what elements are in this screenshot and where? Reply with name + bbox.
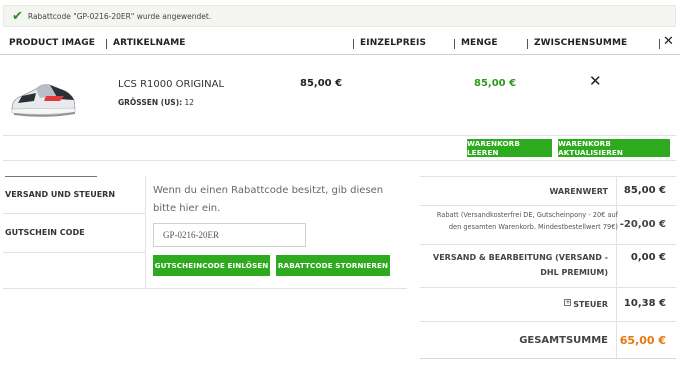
column-divider xyxy=(454,39,455,49)
tab-divider xyxy=(145,176,146,288)
col-unit-price: EINZELPREIS xyxy=(360,38,427,48)
product-subtotal: 85,00 € xyxy=(474,78,517,89)
discount-value: -20,00 € xyxy=(619,219,666,230)
sneaker-image[interactable] xyxy=(6,69,80,121)
clear-cart-button[interactable]: WARENKORB LEEREN xyxy=(467,139,552,157)
notice-message: Rabattcode "GP-0216-20ER" wurde angewend… xyxy=(27,11,212,21)
goods-value: 85,00 € xyxy=(623,185,666,196)
shipping-value: 0,00 € xyxy=(630,252,666,263)
remove-all-icon[interactable]: ✕ xyxy=(663,35,674,48)
divider xyxy=(3,135,676,136)
col-quantity: MENGE xyxy=(461,38,498,48)
grand-total-value: 65,00 € xyxy=(619,334,666,347)
column-divider xyxy=(353,39,354,49)
totals-row-grand: GESAMTSUMME 65,00 € xyxy=(420,322,676,359)
divider xyxy=(3,252,145,253)
column-divider xyxy=(106,39,107,49)
totals-row-shipping: VERSAND & BEARBEITUNG (VERSAND - DHL PRE… xyxy=(420,245,676,288)
divider xyxy=(3,160,676,161)
tab-shipping-taxes[interactable]: VERSAND UND STEUERN xyxy=(5,190,115,199)
cancel-coupon-button[interactable]: RABATTCODE STORNIEREN xyxy=(276,255,390,276)
tax-label: STEUER xyxy=(573,300,608,309)
product-size: GRÖSSEN (US): 12 xyxy=(118,98,194,107)
col-subtotal: ZWISCHENSUMME xyxy=(534,38,628,48)
cart-table-header: PRODUCT IMAGE ARTIKELNAME EINZELPREIS ME… xyxy=(0,35,680,55)
column-divider xyxy=(616,322,617,358)
remove-item-icon[interactable]: ✕ xyxy=(589,74,602,89)
checkmark-icon: ✔ xyxy=(12,8,23,24)
product-unit-price: 85,00 € xyxy=(300,78,343,89)
size-value: 12 xyxy=(184,98,195,107)
divider xyxy=(3,288,407,289)
shipping-label: VERSAND & BEARBEITUNG (VERSAND - DHL PRE… xyxy=(433,253,608,277)
success-notice: ✔ Rabattcode "GP-0216-20ER" wurde angewe… xyxy=(3,5,676,27)
update-cart-button[interactable]: WARENKORB AKTUALISIEREN xyxy=(558,139,670,157)
column-divider xyxy=(616,245,617,287)
active-tab-indicator xyxy=(5,176,97,177)
totals-row-discount: Rabatt (Versandkosterfrei DE, Gutscheinp… xyxy=(420,206,676,245)
size-label: GRÖSSEN (US): xyxy=(118,98,183,107)
discount-label: Rabatt (Versandkosterfrei DE, Gutscheinp… xyxy=(436,211,618,231)
tab-coupon-code[interactable]: GUTSCHEIN CODE xyxy=(5,228,85,237)
column-divider xyxy=(616,177,617,205)
coupon-code-input[interactable]: GP-0216-20ER xyxy=(153,223,306,247)
col-article-name: ARTIKELNAME xyxy=(113,38,186,48)
column-divider xyxy=(659,39,660,49)
divider xyxy=(3,213,145,214)
goods-label: WARENWERT xyxy=(549,187,608,196)
tax-value: 10,38 € xyxy=(623,298,666,309)
redeem-coupon-button[interactable]: GUTSCHEINCODE EINLÖSEN xyxy=(153,255,270,276)
totals-row-goods: WARENWERT 85,00 € xyxy=(420,177,676,206)
product-name[interactable]: LCS R1000 ORIGINAL xyxy=(118,79,224,90)
expand-tax-icon[interactable]: + xyxy=(564,299,571,306)
column-divider xyxy=(527,39,528,49)
grand-total-label: GESAMTSUMME xyxy=(519,335,608,346)
coupon-info-text: Wenn du einen Rabattcode besitzt, gib di… xyxy=(153,185,384,214)
totals-row-tax: + STEUER 10,38 € xyxy=(420,288,676,322)
column-divider xyxy=(616,288,617,321)
col-product-image: PRODUCT IMAGE xyxy=(9,38,95,48)
